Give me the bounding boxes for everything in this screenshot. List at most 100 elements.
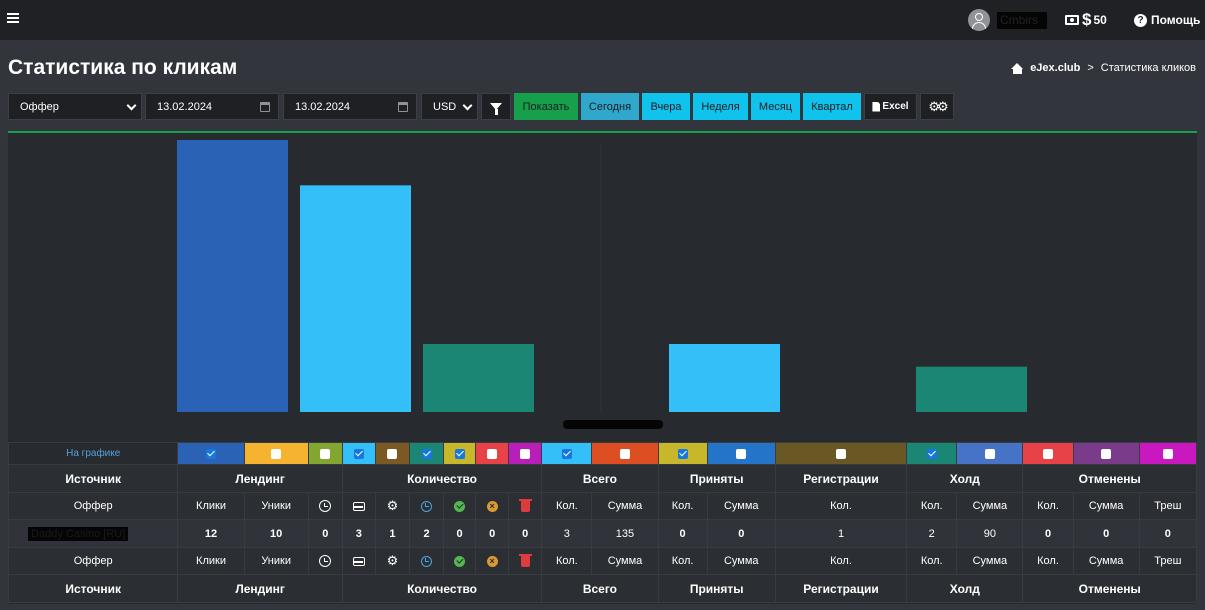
cell-total-sum: 135 bbox=[591, 519, 659, 548]
sub-approved bbox=[443, 547, 477, 575]
sub-clicks: Клики bbox=[177, 547, 245, 575]
table-row[interactable]: Daddy Casino [RU] 12 10 0 3 1 2 0 0 0 3 … bbox=[7, 519, 1198, 548]
sub-cancel-count: Кол. bbox=[1022, 547, 1074, 575]
settings-button[interactable]: ⚙⚙ bbox=[920, 93, 954, 120]
header-total: Всего bbox=[541, 464, 659, 493]
cell-processing[interactable]: 1 bbox=[374, 519, 410, 548]
sub-total-count: Кол. bbox=[541, 547, 593, 575]
bar-0[interactable] bbox=[177, 140, 288, 412]
sub-hold-count: Кол. bbox=[906, 492, 958, 520]
cell-total-count[interactable]: 3 bbox=[541, 519, 593, 548]
username[interactable]: Cmbirs bbox=[997, 12, 1047, 29]
show-button[interactable]: Показать bbox=[514, 93, 578, 120]
group-by-select[interactable]: Оффер bbox=[8, 93, 142, 120]
breadcrumb-site-link[interactable]: eJex.club bbox=[1030, 62, 1080, 74]
gears-icon: ⚙⚙ bbox=[928, 98, 948, 114]
chart-toggle-checkbox[interactable] bbox=[206, 448, 216, 459]
date-from-value: 13.02.2024 bbox=[157, 100, 213, 113]
chart-toggle-checkbox[interactable] bbox=[520, 448, 531, 459]
bar-3[interactable] bbox=[669, 344, 780, 412]
sub-reg-count: Кол. bbox=[774, 492, 908, 520]
cell-cancelled: 0 bbox=[475, 519, 510, 548]
row-source-name[interactable]: Daddy Casino [RU] bbox=[7, 519, 179, 548]
sub-deleted bbox=[508, 547, 543, 575]
date-to-field[interactable]: 13.02.2024 bbox=[283, 93, 417, 120]
question-icon: ? bbox=[1134, 13, 1147, 27]
header-cancelled: Отменены bbox=[1022, 574, 1197, 603]
stats-table: На графике Источник Лендинг Количество В… bbox=[7, 442, 1198, 603]
cell-deleted: 0 bbox=[508, 519, 543, 548]
chart-toggle-checkbox[interactable] bbox=[320, 448, 331, 459]
chart-toggle-cell bbox=[177, 442, 245, 465]
cell-inbox[interactable]: 3 bbox=[341, 519, 376, 548]
quarter-button[interactable]: Квартал bbox=[803, 93, 861, 120]
cell-acc-count: 0 bbox=[657, 519, 708, 548]
clock-icon bbox=[421, 555, 432, 567]
trash-icon bbox=[518, 553, 532, 567]
week-button[interactable]: Неделя bbox=[693, 93, 748, 120]
help-link[interactable]: ? Помощь bbox=[1134, 11, 1200, 29]
sub-source: Оффер bbox=[7, 547, 179, 575]
chart-toggle-cell bbox=[906, 442, 958, 465]
currency-select[interactable]: USD bbox=[421, 93, 478, 120]
chart-toggle-checkbox[interactable] bbox=[353, 448, 364, 459]
yesterday-button[interactable]: Вчера bbox=[642, 93, 690, 120]
gear-icon: ⚙ bbox=[386, 553, 399, 569]
chart-toggle-checkbox[interactable] bbox=[561, 448, 572, 459]
chart-toggle-cell bbox=[307, 442, 343, 465]
balance[interactable]: $ 50 bbox=[1065, 11, 1107, 29]
excel-export-button[interactable]: Excel bbox=[864, 93, 917, 120]
chart-toggle-checkbox[interactable] bbox=[736, 448, 747, 459]
bar-6[interactable] bbox=[916, 366, 1027, 412]
calendar-icon[interactable] bbox=[398, 102, 408, 112]
bar-1[interactable] bbox=[300, 185, 411, 412]
sub-hold-sum: Сумма bbox=[956, 492, 1024, 520]
date-from-field[interactable]: 13.02.2024 bbox=[145, 93, 279, 120]
filter-button[interactable] bbox=[481, 93, 511, 120]
avatar[interactable] bbox=[968, 9, 990, 31]
header-hold: Холд bbox=[906, 574, 1024, 603]
chart-toggle-cell bbox=[591, 442, 659, 465]
chart-toggle-cell bbox=[475, 442, 510, 465]
month-button[interactable]: Месяц bbox=[751, 93, 800, 120]
menu-icon[interactable] bbox=[7, 12, 19, 24]
chart-toggle-checkbox[interactable] bbox=[454, 448, 465, 459]
chart-toggle-checkbox[interactable] bbox=[387, 448, 398, 459]
sub-uniques: Уники bbox=[243, 547, 309, 575]
today-button[interactable]: Сегодня bbox=[581, 93, 639, 120]
chart-toggle-checkbox[interactable] bbox=[271, 448, 282, 459]
chart-toggle-cell bbox=[408, 442, 445, 465]
chart-toggle-checkbox[interactable] bbox=[926, 448, 937, 459]
sub-acc-sum: Сумма bbox=[706, 547, 776, 575]
gear-icon: ⚙ bbox=[386, 498, 399, 514]
bar-2[interactable] bbox=[423, 344, 534, 412]
cell-reg-count[interactable]: 1 bbox=[774, 519, 908, 548]
cell-waiting[interactable]: 2 bbox=[408, 519, 445, 548]
sub-cancel-trash: Треш bbox=[1138, 492, 1198, 520]
chart-toggle-checkbox[interactable] bbox=[619, 448, 630, 459]
chart-toggle-checkbox[interactable] bbox=[1162, 448, 1173, 459]
chart-toggle-checkbox[interactable] bbox=[984, 448, 995, 459]
sub-acc-count: Кол. bbox=[657, 547, 708, 575]
chart-panel: На графике Источник Лендинг Количество В… bbox=[7, 131, 1198, 604]
sub-hold-count: Кол. bbox=[906, 547, 958, 575]
calendar-icon[interactable] bbox=[260, 102, 270, 112]
sub-processing: ⚙ bbox=[374, 492, 410, 520]
chart-toggle-checkbox[interactable] bbox=[421, 448, 432, 459]
sub-cancel-sum: Сумма bbox=[1072, 547, 1140, 575]
sub-uniques: Уники bbox=[243, 492, 309, 520]
home-icon[interactable] bbox=[1011, 62, 1024, 74]
group-footer-row: Источник Лендинг Количество Всего Принят… bbox=[7, 574, 1197, 603]
cell-hold-count[interactable]: 2 bbox=[906, 519, 958, 548]
chart-toggle-cell bbox=[341, 442, 376, 465]
sub-hold-sum: Сумма bbox=[956, 547, 1024, 575]
sub-cancel-sum: Сумма bbox=[1072, 492, 1140, 520]
chart-toggle-checkbox[interactable] bbox=[677, 448, 688, 459]
x-circle-icon: × bbox=[486, 500, 498, 512]
chart-toggle-checkbox[interactable] bbox=[1101, 448, 1112, 459]
chart-toggle-cell bbox=[443, 442, 477, 465]
chart-toggle-checkbox[interactable] bbox=[487, 448, 498, 459]
header-source: Источник bbox=[7, 464, 179, 493]
chart-toggle-checkbox[interactable] bbox=[836, 448, 846, 459]
chart-toggle-checkbox[interactable] bbox=[1043, 448, 1054, 459]
